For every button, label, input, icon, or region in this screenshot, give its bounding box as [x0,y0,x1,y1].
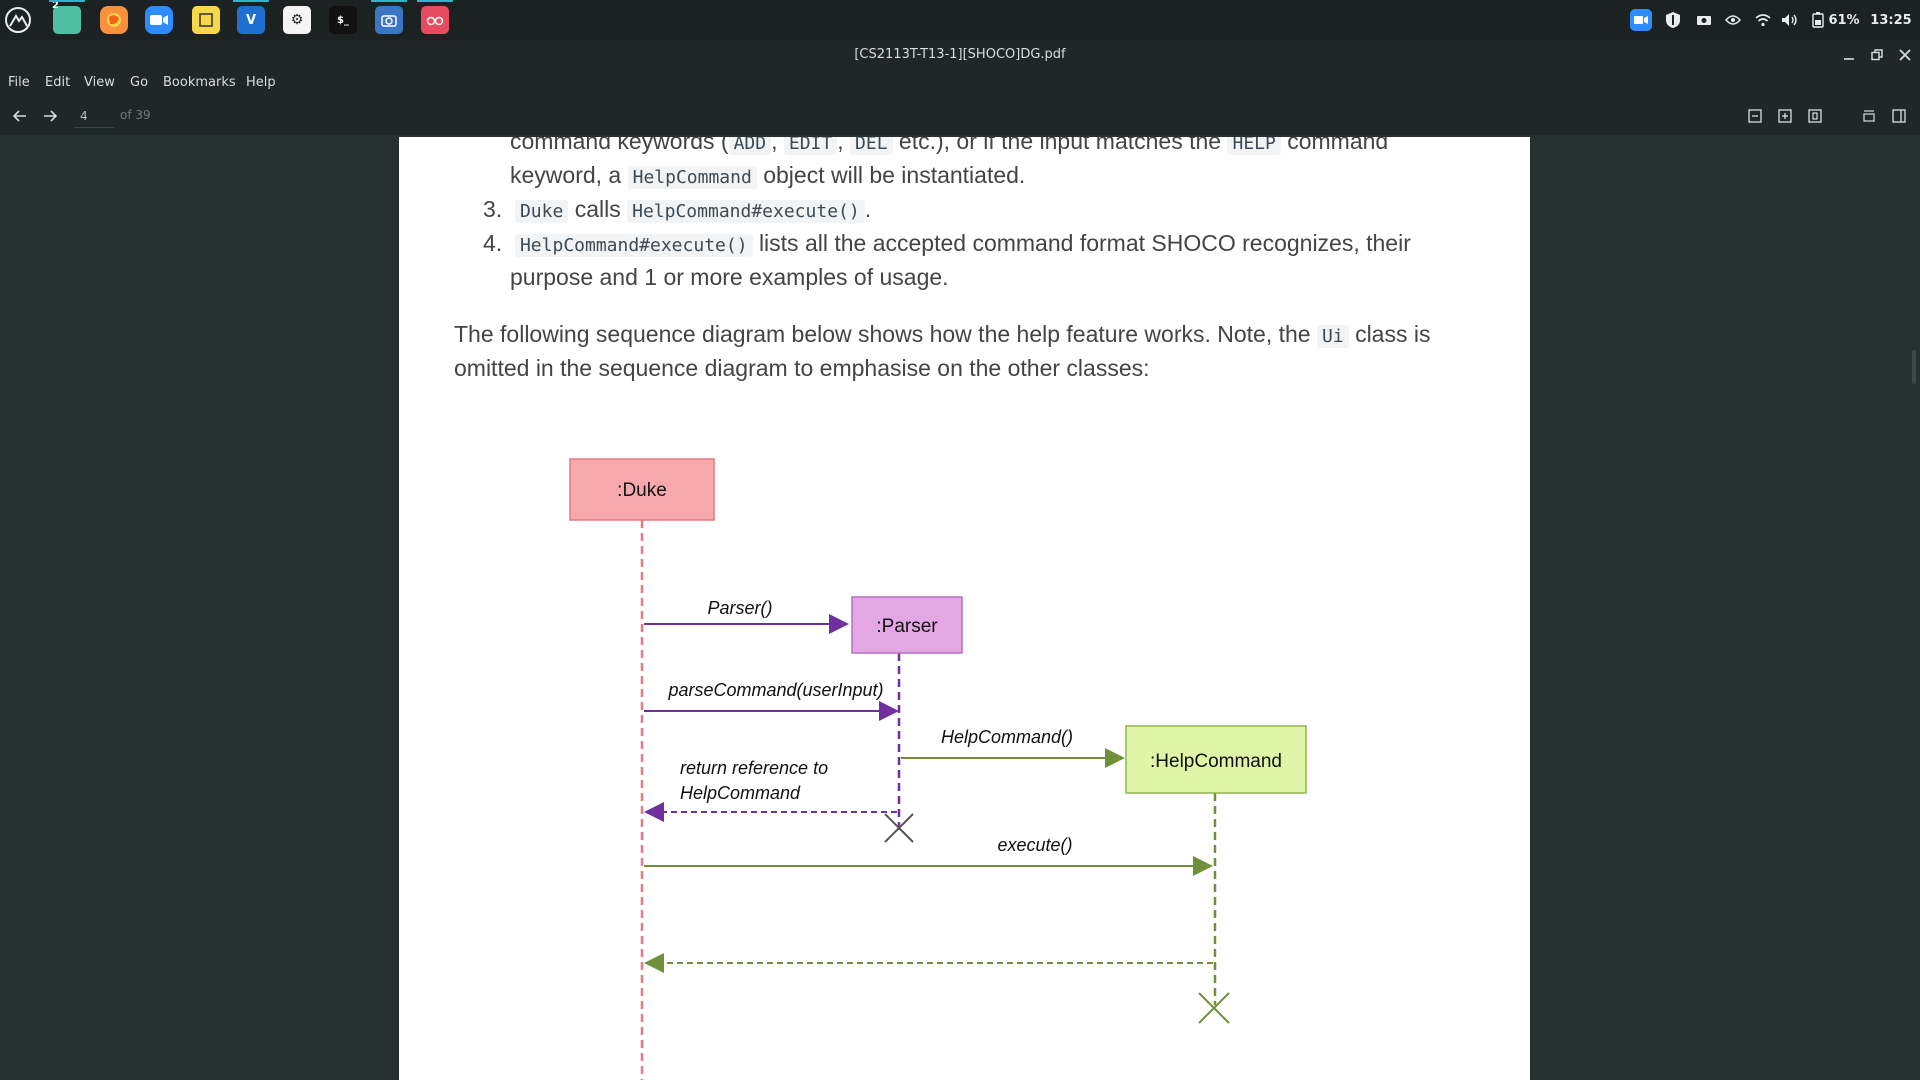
terminal-icon[interactable]: $_ [329,6,357,34]
msg-parse-label: parseCommand(userInput) [667,680,883,700]
nvidia-icon[interactable] [1722,9,1744,31]
msg-parser-label: Parser() [707,598,772,618]
menu-bar: File Edit View Go Bookmarks Help [0,70,1920,96]
firefox-icon[interactable] [100,6,128,34]
menu-help[interactable]: Help [246,75,276,90]
vscode-icon[interactable]: V [237,6,265,34]
files-indicator [49,0,85,2]
taskbar: 2 V ⚙ $_ 61% 13:25 [0,0,1920,40]
page-total: of 39 [120,108,151,122]
msg-return-label-1: return reference to [680,758,828,778]
shield-icon[interactable] [1662,9,1684,31]
zoom-out-icon[interactable] [1743,105,1767,127]
camera-icon[interactable] [1693,9,1715,31]
parser-label: :Parser [876,616,938,637]
msg-execute-label: execute() [997,835,1072,855]
duke-label: :Duke [617,480,667,501]
msg-return-label-2: HelpCommand [680,783,801,803]
restore-icon[interactable] [1866,44,1888,66]
menu-icon[interactable] [4,6,32,34]
video-icon[interactable] [1630,9,1652,31]
continuous-scroll-icon[interactable] [1857,105,1881,127]
fit-page-icon[interactable] [1803,105,1827,127]
window-title: [CS2113T-T13-1][SHOCO]DG.pdf [854,47,1066,62]
settings-icon[interactable]: ⚙ [283,6,311,34]
menu-file[interactable]: File [8,75,30,90]
files-icon[interactable]: 2 [52,0,81,34]
menu-bookmarks[interactable]: Bookmarks [163,75,236,90]
helpcommand-label: :HelpCommand [1150,751,1282,772]
back-arrow-icon[interactable] [8,105,32,127]
reader-icon[interactable] [421,6,449,34]
page-number-input[interactable] [74,104,114,128]
zoom-in-icon[interactable] [1773,105,1797,127]
close-icon[interactable] [1894,44,1916,66]
screenshot-icon[interactable] [375,6,403,34]
battery-icon[interactable] [1810,9,1826,31]
clock[interactable]: 13:25 [1870,9,1912,31]
reader-indicator [417,0,453,2]
volume-icon[interactable] [1779,9,1801,31]
battery-percent: 61% [1828,12,1860,28]
wifi-icon[interactable] [1752,9,1774,31]
forward-arrow-icon[interactable] [38,105,62,127]
notes-icon[interactable] [192,6,220,34]
zoom-icon[interactable] [145,6,173,34]
sequence-diagram: :Duke :Parser :HelpCommand Parser() pars… [569,458,1307,1080]
vscode-indicator [233,0,269,2]
title-bar: [CS2113T-T13-1][SHOCO]DG.pdf [0,40,1920,70]
menu-go[interactable]: Go [130,75,148,90]
toolbar: of 39 [0,96,1920,136]
pdf-page: command keywords (ADD, EDIT, DEL etc.), … [399,137,1530,1080]
scrollbar-thumb[interactable] [1912,350,1916,384]
sidebar-toggle-icon[interactable] [1887,105,1911,127]
menu-view[interactable]: View [84,75,115,90]
minimize-icon[interactable] [1838,44,1860,66]
menu-edit[interactable]: Edit [45,75,70,90]
screenshot-indicator [371,0,407,2]
msg-helpcmd-label: HelpCommand() [941,727,1073,747]
document-viewer[interactable]: command keywords (ADD, EDIT, DEL etc.), … [0,137,1920,1080]
